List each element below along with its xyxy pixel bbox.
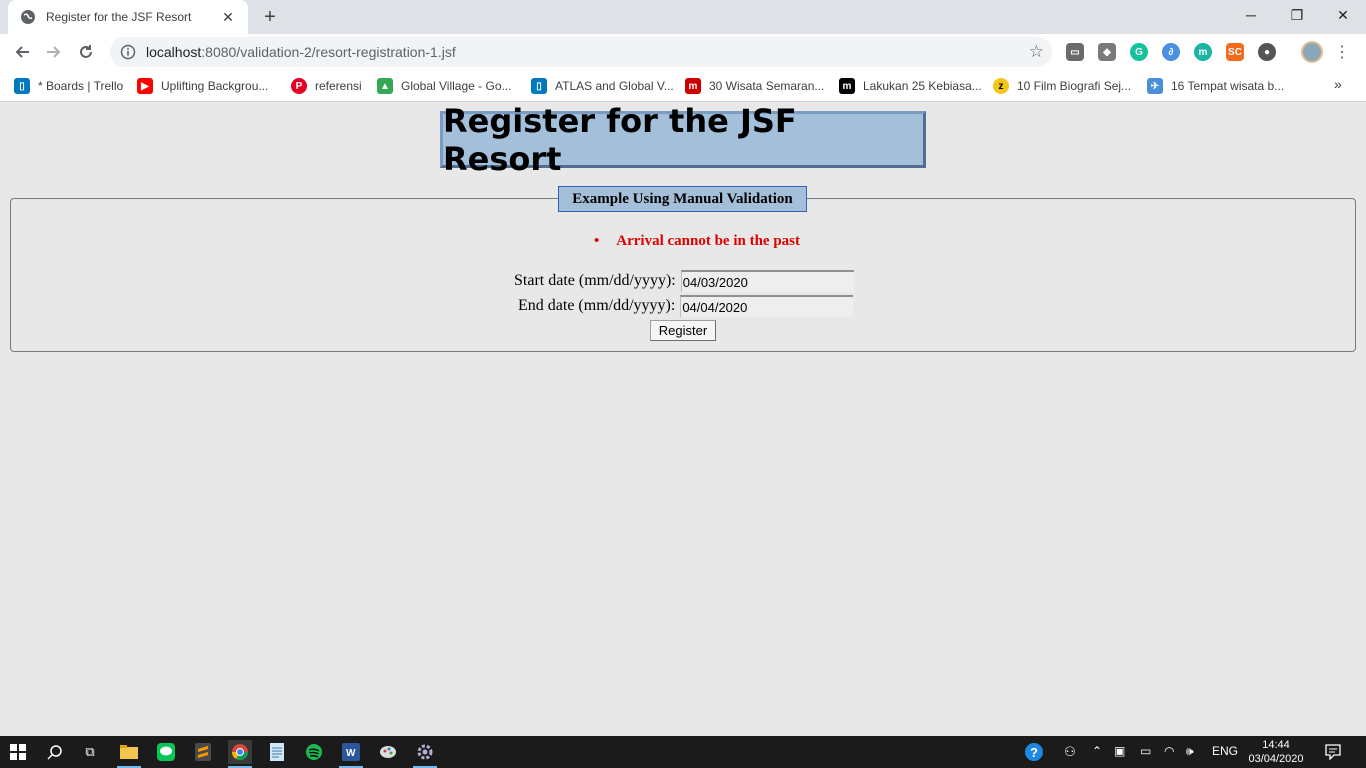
bookmark-label: Global Village - Go... [401,79,512,93]
help-icon[interactable]: ? [1022,740,1046,764]
battery-icon[interactable]: ▭ [1140,744,1151,758]
bookmark-item[interactable]: m 30 Wisata Semaran... [685,76,824,96]
url-host: localhost [146,44,202,60]
language-indicator[interactable]: ENG [1212,744,1238,758]
m-logo-icon: m [685,78,701,94]
trello-icon: ▯ [531,78,547,94]
profile-avatar[interactable] [1301,41,1323,63]
line-app-icon[interactable] [154,740,178,764]
site-info-icon[interactable] [120,44,136,60]
extension-m-icon[interactable]: m [1194,43,1212,61]
pinterest-icon: P [291,78,307,94]
search-icon[interactable] [43,740,67,764]
bookmark-label: 10 Film Biografi Sej... [1017,79,1132,93]
tab-strip: Register for the JSF Resort ✕ + ─ ❐ ✕ [0,0,1366,34]
address-bar[interactable]: localhost:8080/validation-2/resort-regis… [110,37,1052,67]
bird-icon: ✈ [1147,78,1163,94]
m-black-icon: m [839,78,855,94]
bookmark-label: * Boards | Trello [38,79,124,93]
bookmark-item[interactable]: ▯ * Boards | Trello [14,76,123,96]
system-clock[interactable]: 14:44 03/04/2020 [1246,738,1306,766]
extension-sc-icon[interactable]: SC [1226,43,1244,61]
browser-tab[interactable]: Register for the JSF Resort ✕ [8,0,248,34]
start-date-label: Start date (mm/dd/yyyy): [514,272,676,289]
tab-close-icon[interactable]: ✕ [220,9,236,25]
word-icon[interactable]: W [339,740,363,768]
start-date-input[interactable] [680,270,854,292]
clock-time: 14:44 [1262,739,1290,751]
z-coin-icon: z [993,78,1009,94]
paint-app-icon[interactable] [376,740,400,764]
bookmark-item[interactable]: ▲ Global Village - Go... [377,76,512,96]
end-date-input[interactable] [680,295,854,317]
bookmark-item[interactable]: ▶ Uplifting Backgrou... [137,76,268,96]
svg-text:W: W [346,748,356,759]
taskbar: ⧉ W ? ⚇ ⌃ ▣ ▭ ◠ 🕪 ENG 14:44 03/04/2020 [0,736,1366,768]
bookmark-label: ATLAS and Global V... [555,79,674,93]
page-title: Register for the JSF Resort [440,102,926,178]
clock-date: 03/04/2020 [1248,753,1304,765]
browser-toolbar: localhost:8080/validation-2/resort-regis… [0,34,1366,70]
grammarly-icon[interactable]: G [1130,43,1148,61]
bookmark-item[interactable]: P referensi [291,76,362,96]
register-button[interactable]: Register [650,320,716,341]
notepad-icon[interactable] [265,740,289,764]
reload-icon[interactable] [72,38,100,66]
settings-gear-icon[interactable] [413,740,437,768]
error-text: Arrival cannot be in the past [616,233,801,249]
task-view-icon[interactable]: ⧉ [78,740,102,764]
bookmarks-bar: ▯ * Boards | Trello ▶ Uplifting Backgrou… [0,70,1366,102]
wifi-icon[interactable]: ◠ [1164,744,1174,758]
fieldset-legend: Example Using Manual Validation [558,186,807,212]
notifications-icon[interactable] [1321,740,1345,764]
menu-icon[interactable]: ⋮ [1334,42,1350,62]
sublime-text-icon[interactable] [191,740,215,764]
bookmark-item[interactable]: ✈ 16 Tempat wisata b... [1147,76,1284,96]
extension-feather-icon[interactable]: ∂ [1162,43,1180,61]
forward-icon[interactable] [40,38,68,66]
bookmarks-overflow-button[interactable]: » [1334,76,1342,92]
youtube-icon: ▶ [137,78,153,94]
tab-title: Register for the JSF Resort [46,10,192,24]
bookmark-label: 16 Tempat wisata b... [1171,79,1285,93]
bookmark-star-icon[interactable]: ☆ [1029,43,1044,61]
extension-circle-icon[interactable]: ● [1258,43,1276,61]
bookmark-label: referensi [315,79,362,93]
error-message: • Arrival cannot be in the past [594,233,800,250]
url-path: :8080/validation-2/resort-registration-1… [201,44,456,60]
start-date-row: Start date (mm/dd/yyyy): [514,270,854,292]
back-icon[interactable] [8,38,36,66]
trello-icon: ▯ [14,78,30,94]
page-content: Register for the JSF Resort Example Usin… [0,102,1366,736]
volume-icon[interactable]: 🕪 [1186,744,1194,759]
end-date-label: End date (mm/dd/yyyy): [518,297,676,314]
bookmark-label: Uplifting Backgrou... [161,79,269,93]
restore-button[interactable]: ❐ [1274,0,1320,30]
minimize-button[interactable]: ─ [1228,0,1274,30]
end-date-row: End date (mm/dd/yyyy): [518,295,854,317]
bookmark-item[interactable]: m Lakukan 25 Kebiasa... [839,76,982,96]
windows-start-icon[interactable] [6,740,30,764]
network-alert-icon[interactable]: ▣ [1114,744,1125,758]
extension-chat-icon[interactable]: ▭ [1066,43,1084,61]
svg-text:?: ? [1030,745,1038,760]
url-text: localhost:8080/validation-2/resort-regis… [146,44,456,60]
bookmark-item[interactable]: z 10 Film Biografi Sej... [993,76,1131,96]
google-drive-icon: ▲ [377,78,393,94]
spotify-icon[interactable] [302,740,326,764]
window-close-button[interactable]: ✕ [1320,0,1366,30]
extension-cube-icon[interactable]: ◆ [1098,43,1116,61]
new-tab-button[interactable]: + [258,5,282,29]
globe-icon [20,9,36,25]
bookmark-item[interactable]: ▯ ATLAS and Global V... [531,76,674,96]
file-explorer-icon[interactable] [117,740,141,768]
bullet-icon: • [594,233,600,249]
bookmark-label: 30 Wisata Semaran... [709,79,825,93]
people-icon[interactable]: ⚇ [1058,740,1082,764]
bookmark-label: Lakukan 25 Kebiasa... [863,79,982,93]
chevron-up-icon[interactable]: ⌃ [1092,744,1102,758]
chrome-icon[interactable] [228,740,252,768]
